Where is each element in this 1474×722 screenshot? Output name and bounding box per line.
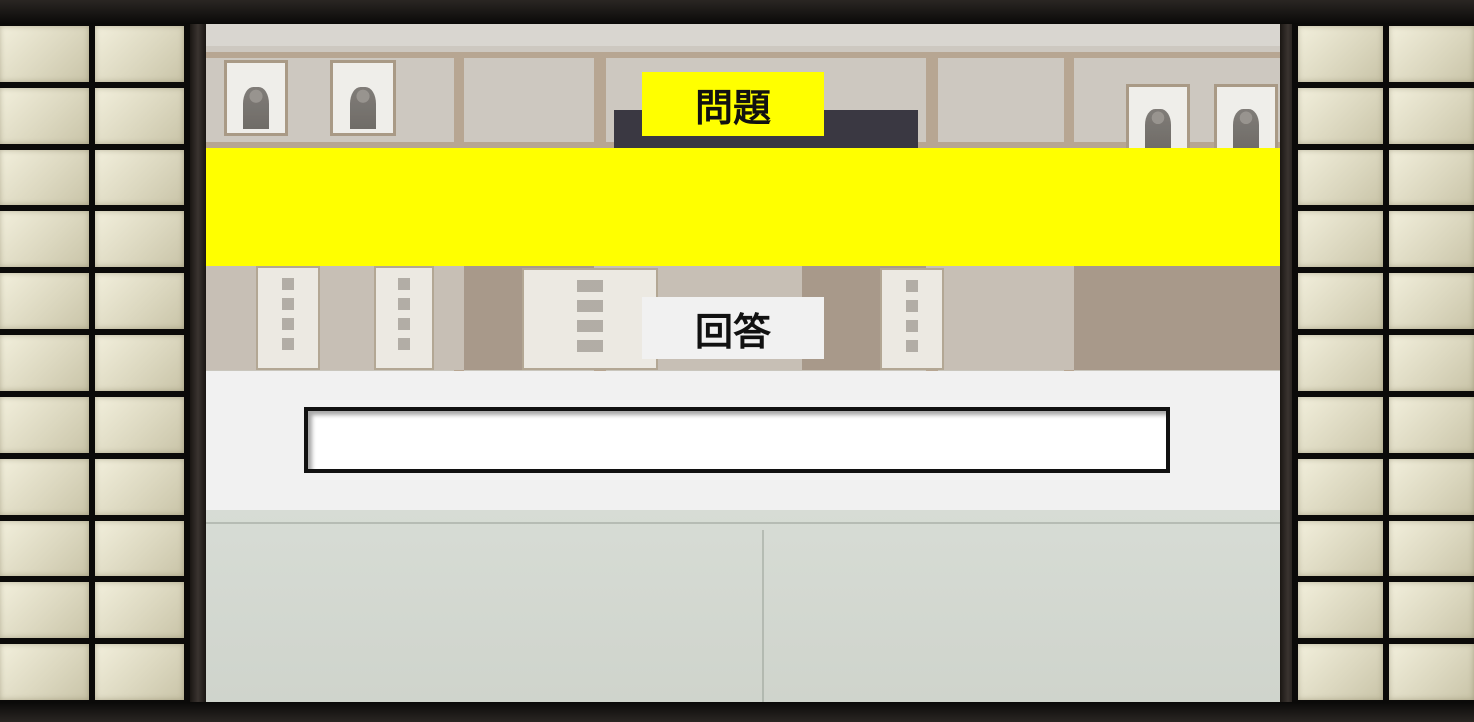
shoji-paper-pane bbox=[0, 396, 89, 453]
shoji-paper-pane bbox=[1389, 26, 1474, 82]
shoji-paper-pane bbox=[1298, 644, 1383, 700]
shoji-paper-pane bbox=[1298, 149, 1383, 206]
top-frame-bar bbox=[0, 0, 1474, 24]
portrait-photo bbox=[330, 60, 396, 136]
shoji-paper-pane bbox=[1298, 87, 1383, 144]
shoji-paper-pane bbox=[1298, 520, 1383, 577]
shoji-paper-pane bbox=[95, 644, 184, 700]
shoji-paper-pane bbox=[1389, 335, 1474, 391]
shoji-paper-pane bbox=[95, 582, 184, 639]
shoji-paper-pane bbox=[95, 26, 184, 82]
answer-label: 回答 bbox=[642, 297, 824, 359]
shoji-paper-pane bbox=[95, 273, 184, 330]
shoji-paper-pane bbox=[1389, 582, 1474, 639]
shoji-paper-pane bbox=[1389, 149, 1474, 206]
shoji-paper-pane bbox=[95, 211, 184, 268]
shoji-paper-pane bbox=[0, 644, 89, 700]
portrait-photo bbox=[1126, 84, 1190, 156]
question-label: 問題 bbox=[642, 72, 824, 136]
shoji-paper-pane bbox=[1298, 582, 1383, 639]
tatami-floor bbox=[206, 510, 1280, 702]
shoji-paper-pane bbox=[1389, 396, 1474, 453]
shoji-paper-pane bbox=[0, 273, 89, 330]
shoji-paper-pane bbox=[1298, 26, 1383, 82]
shoji-paper-pane bbox=[95, 149, 184, 206]
calligraphy-scroll bbox=[880, 268, 944, 370]
shoji-paper-pane bbox=[1298, 273, 1383, 330]
shoji-paper-pane bbox=[0, 26, 89, 82]
shoji-paper-pane bbox=[0, 458, 89, 515]
wooden-beam bbox=[206, 52, 1280, 58]
shoji-paper-pane bbox=[1389, 273, 1474, 330]
wall-panel bbox=[1074, 266, 1280, 370]
left-shoji-screen bbox=[0, 24, 190, 702]
shoji-paper-pane bbox=[95, 396, 184, 453]
shoji-paper-pane bbox=[1389, 87, 1474, 144]
shoji-paper-pane bbox=[0, 211, 89, 268]
shoji-paper-pane bbox=[0, 582, 89, 639]
question-text-area bbox=[206, 148, 1280, 266]
shoji-paper-pane bbox=[1298, 211, 1383, 268]
bottom-frame-bar bbox=[0, 702, 1474, 722]
shoji-paper-pane bbox=[95, 87, 184, 144]
shoji-paper-pane bbox=[0, 149, 89, 206]
shoji-paper-pane bbox=[0, 87, 89, 144]
shoji-paper-pane bbox=[1389, 520, 1474, 577]
shoji-paper-pane bbox=[1298, 396, 1383, 453]
game-screen: 問題 回答 bbox=[0, 0, 1474, 722]
shoji-paper-pane bbox=[95, 335, 184, 391]
shoji-paper-pane bbox=[1389, 211, 1474, 268]
calligraphy-scroll bbox=[256, 266, 320, 370]
calligraphy-scroll bbox=[522, 268, 658, 370]
shoji-paper-pane bbox=[0, 335, 89, 391]
calligraphy-scroll bbox=[374, 266, 434, 370]
portrait-photo bbox=[1214, 84, 1278, 156]
shoji-paper-pane bbox=[95, 458, 184, 515]
portrait-photo bbox=[224, 60, 288, 136]
shoji-paper-pane bbox=[1389, 458, 1474, 515]
right-shoji-screen bbox=[1292, 24, 1474, 702]
shoji-paper-pane bbox=[1298, 458, 1383, 515]
left-frame-post bbox=[190, 24, 206, 702]
answer-input[interactable] bbox=[304, 407, 1170, 473]
shoji-paper-pane bbox=[1298, 335, 1383, 391]
answer-panel bbox=[206, 371, 1280, 510]
shoji-paper-pane bbox=[1389, 644, 1474, 700]
shoji-paper-pane bbox=[0, 520, 89, 577]
shoji-paper-pane bbox=[95, 520, 184, 577]
